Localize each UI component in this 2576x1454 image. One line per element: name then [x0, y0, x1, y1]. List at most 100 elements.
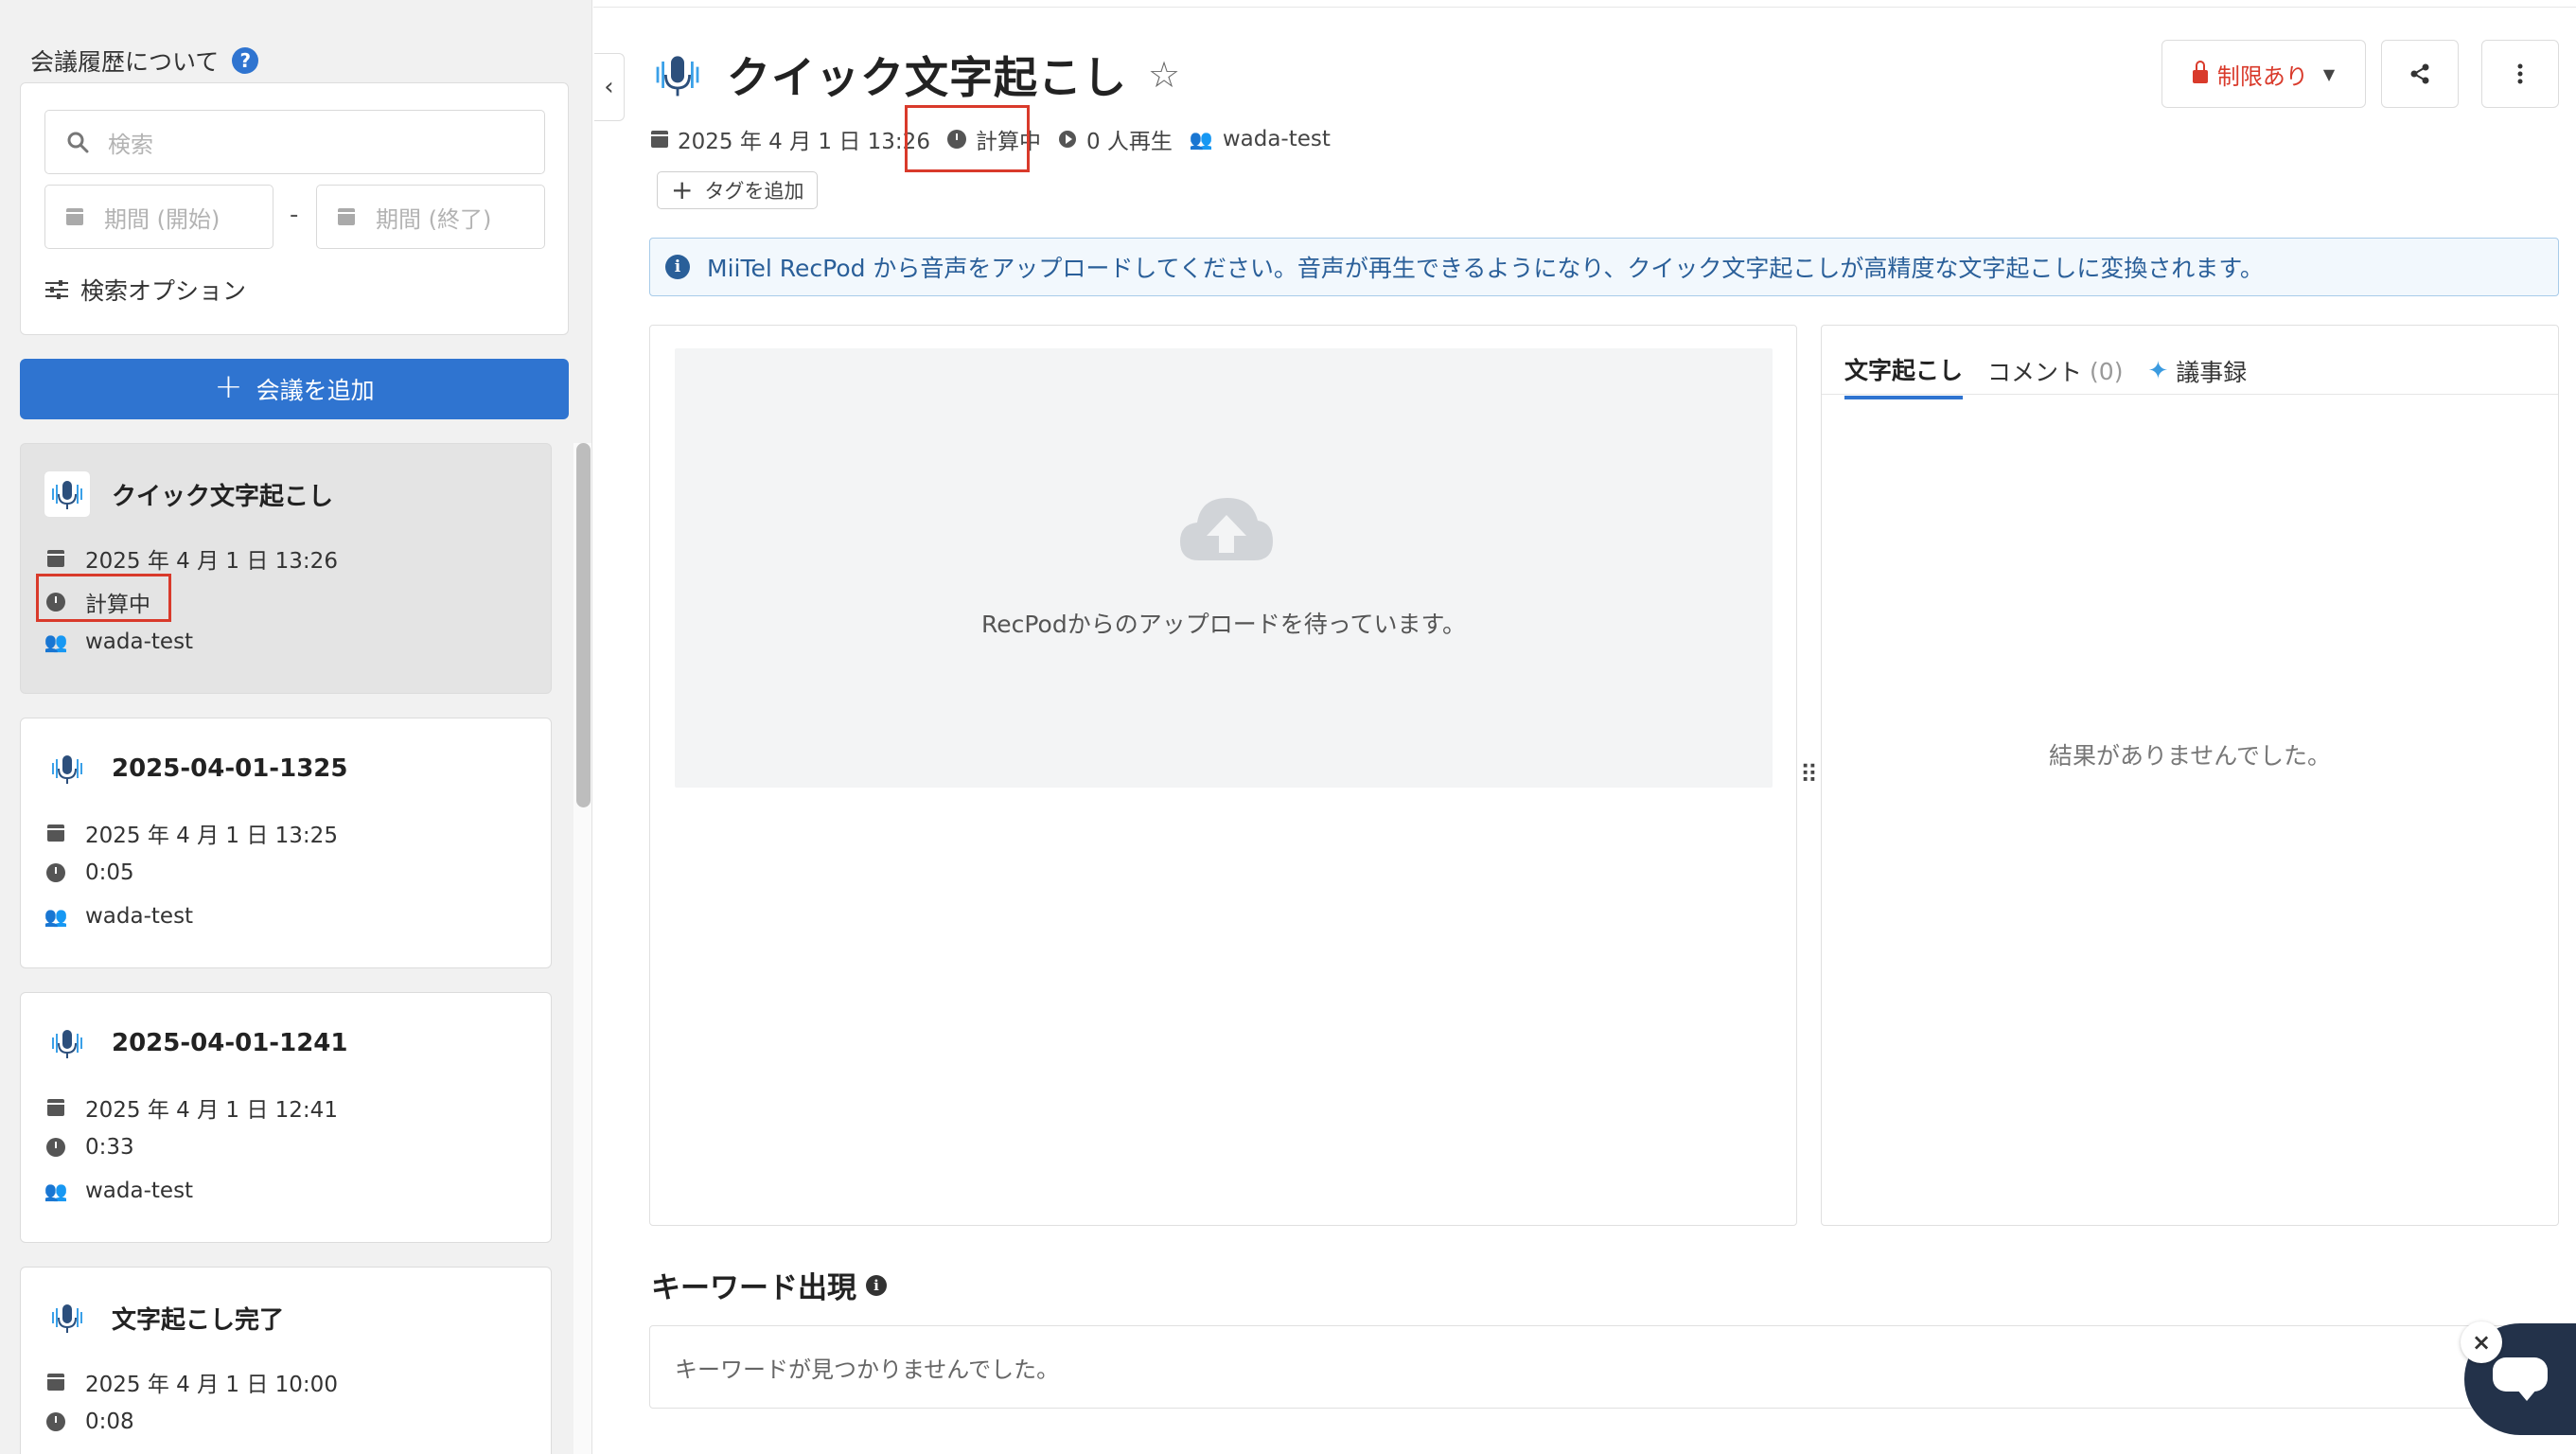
date-end-field[interactable]: 期間 (終了): [316, 185, 545, 249]
date-separator: -: [290, 201, 299, 229]
add-meeting-button[interactable]: + 会議を追加: [20, 359, 569, 419]
search-options-toggle[interactable]: 検索オプション: [44, 273, 246, 307]
clock-icon: [46, 1138, 65, 1157]
highlight-box: [36, 574, 171, 622]
meeting-owner: wada-test: [85, 629, 194, 654]
sliders-icon: [45, 280, 68, 299]
comment-count: (0): [2090, 357, 2124, 385]
meta-date-text: 2025 年 4 月 1 日 13:26: [678, 130, 930, 154]
meeting-card-title: 2025-04-01-1241: [44, 1020, 347, 1067]
restriction-dropdown[interactable]: 制限あり ▼: [2161, 40, 2366, 108]
meta-owner-text: wada-test: [1222, 127, 1331, 151]
date-end-placeholder: 期間 (終了): [376, 205, 492, 233]
share-button[interactable]: [2381, 40, 2459, 108]
calendar-icon: [47, 825, 64, 842]
calendar-icon: [651, 131, 668, 148]
plus-icon: +: [671, 174, 694, 205]
meeting-duration-row: 0:08: [45, 1410, 134, 1434]
meeting-title: クイック文字起こし: [112, 482, 334, 511]
meeting-card[interactable]: 2025-04-01-1241 2025 年 4 月 1 日 12:41 0:3…: [20, 992, 552, 1243]
info-icon[interactable]: i: [866, 1274, 887, 1296]
meeting-title: 2025-04-01-1325: [112, 754, 348, 783]
meeting-title: 2025-04-01-1241: [112, 1029, 348, 1057]
meta-date: 2025 年 4 月 1 日 13:26: [651, 123, 930, 155]
search-icon: [67, 132, 89, 153]
search-placeholder: 検索: [108, 131, 153, 158]
tabs-divider: [1822, 394, 2558, 395]
meeting-owner: wada-test: [85, 1179, 194, 1203]
chat-close-button[interactable]: ×: [2461, 1321, 2502, 1363]
calendar-icon: [66, 208, 83, 225]
meeting-card-title: 文字起こし完了: [44, 1294, 284, 1341]
mic-icon: [44, 745, 91, 792]
meeting-date-row: 2025 年 4 月 1 日 13:25: [45, 817, 338, 849]
clock-icon: [46, 863, 65, 882]
info-icon: i: [665, 255, 690, 279]
keywords-heading: キーワード出現 i: [651, 1264, 887, 1306]
meeting-date: 2025 年 4 月 1 日 13:26: [85, 549, 338, 574]
highlight-box: [905, 105, 1030, 172]
users-icon: 👥: [1189, 128, 1213, 151]
meeting-owner-row: 👥 wada-test: [44, 1179, 194, 1203]
search-panel: 検索 期間 (開始) - 期間 (終了) 検索オプション: [20, 82, 569, 335]
page-title: クイック文字起こし: [727, 52, 1127, 103]
info-banner: i MiiTel RecPod から音声をアップロードしてください。音声が再生で…: [649, 238, 2559, 296]
users-icon: 👥: [44, 1179, 68, 1202]
sparkle-icon: ✦: [2147, 357, 2169, 385]
meeting-owner: wada-test: [85, 904, 194, 929]
tab-transcript[interactable]: 文字起こし: [1844, 343, 1964, 399]
sidebar-heading-label: 会議履歴について: [30, 48, 220, 76]
sidebar-heading: 会議履歴について ?: [30, 44, 259, 78]
date-start-field[interactable]: 期間 (開始): [44, 185, 273, 249]
meta-owner: 👥 wada-test: [1190, 127, 1331, 151]
calendar-icon: [47, 1099, 64, 1116]
meeting-date-row: 2025 年 4 月 1 日 10:00: [45, 1366, 338, 1398]
more-options-button[interactable]: [2481, 40, 2559, 108]
mic-icon: [44, 1020, 91, 1067]
chat-icon: [2493, 1357, 2548, 1401]
tab-comments[interactable]: コメント (0): [1987, 343, 2123, 399]
sidebar-scrollbar-thumb[interactable]: [576, 443, 591, 807]
meeting-card[interactable]: クイック文字起こし 2025 年 4 月 1 日 13:26 計算中 👥 wada…: [20, 443, 552, 694]
keywords-empty-text: キーワードが見つかりませんでした。: [675, 1356, 1060, 1383]
play-circle-icon: [1058, 131, 1076, 148]
date-start-placeholder: 期間 (開始): [104, 205, 221, 233]
panel-tabs: 文字起こし コメント (0) ✦ 議事録: [1844, 343, 2247, 399]
page-header: クイック文字起こし ☆: [649, 44, 1180, 106]
plus-icon: +: [214, 367, 243, 406]
star-icon[interactable]: ☆: [1148, 54, 1180, 96]
add-tag-button[interactable]: + タグを追加: [657, 171, 819, 209]
meeting-card[interactable]: 2025-04-01-1325 2025 年 4 月 1 日 13:25 0:0…: [20, 718, 552, 968]
cloud-upload-icon: [1180, 498, 1273, 560]
restriction-label: 制限あり: [2216, 62, 2308, 90]
add-tag-label: タグを追加: [704, 180, 804, 203]
search-input[interactable]: 検索: [44, 110, 545, 174]
share-icon: [2410, 63, 2429, 84]
meeting-card[interactable]: 文字起こし完了 2025 年 4 月 1 日 10:00 0:08: [20, 1267, 552, 1454]
mic-icon: [44, 470, 91, 518]
meeting-owner-row: 👥 wada-test: [44, 629, 194, 654]
info-banner-text: MiiTel RecPod から音声をアップロードしてください。音声が再生できる…: [707, 255, 2264, 282]
calendar-icon: [338, 208, 355, 225]
collapse-sidebar-button[interactable]: ‹: [594, 53, 625, 121]
users-icon: 👥: [44, 905, 68, 928]
meeting-date: 2025 年 4 月 1 日 13:25: [85, 824, 338, 848]
meeting-history-sidebar: 会議履歴について ? 検索 期間 (開始) - 期間 (終了) 検索オプション …: [0, 0, 592, 1454]
tab-minutes[interactable]: ✦ 議事録: [2147, 343, 2247, 399]
meeting-title: 文字起こし完了: [112, 1305, 285, 1335]
caret-down-icon: ▼: [2322, 64, 2336, 83]
calendar-icon: [47, 550, 64, 567]
keywords-heading-label: キーワード出現: [651, 1271, 856, 1305]
meta-plays-text: 0 人再生: [1085, 130, 1173, 154]
transcript-panel: 文字起こし コメント (0) ✦ 議事録 結果がありませんでした。: [1821, 325, 2559, 1226]
help-icon[interactable]: ?: [232, 47, 259, 74]
resize-handle-icon[interactable]: ⠿: [1800, 763, 1818, 788]
kebab-menu-icon: [2517, 63, 2523, 84]
lock-icon: [2192, 61, 2208, 83]
meeting-duration-row: 0:33: [45, 1135, 134, 1160]
meeting-duration: 0:05: [85, 860, 134, 885]
upload-waiting-area: RecPodからのアップロードを待っています。: [675, 348, 1773, 788]
calendar-icon: [47, 1374, 64, 1391]
top-border: [593, 0, 2576, 8]
empty-result-text: 結果がありませんでした。: [2048, 742, 2331, 770]
